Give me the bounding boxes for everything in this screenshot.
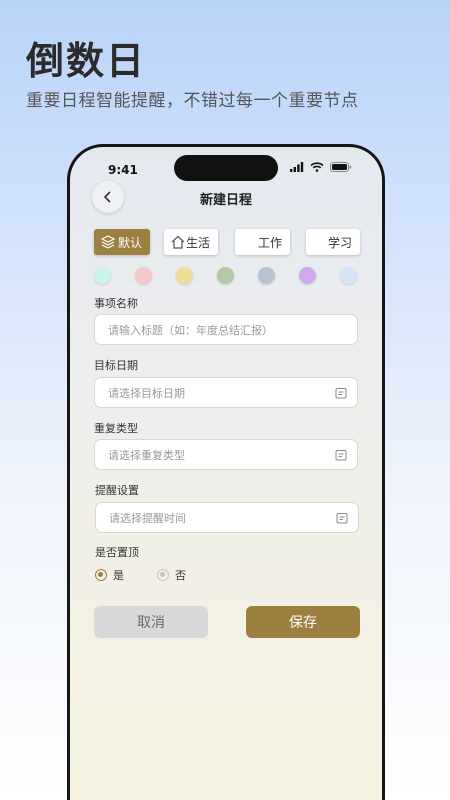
- title-placeholder: 请输入标题（如：年度总结汇报）: [108, 323, 273, 337]
- repeat-label: 重复类型: [94, 422, 138, 435]
- color-swatch-yellow[interactable]: [176, 267, 193, 284]
- color-swatch-green[interactable]: [217, 267, 234, 284]
- color-swatch-pink[interactable]: [135, 267, 152, 284]
- cancel-button[interactable]: 取消: [94, 606, 208, 638]
- date-field[interactable]: 请选择目标日期: [94, 377, 358, 408]
- status-time: 9:41: [108, 163, 138, 177]
- remind-label: 提醒设置: [95, 484, 139, 497]
- layers-icon: [100, 235, 116, 249]
- date-label: 目标日期: [94, 359, 138, 372]
- pin-no-radio[interactable]: 否: [157, 567, 186, 583]
- title-label: 事项名称: [94, 297, 138, 310]
- remind-placeholder: 请选择提醒时间: [109, 511, 186, 525]
- category-label: 工作: [257, 235, 282, 250]
- category-study[interactable]: 学习: [306, 229, 360, 255]
- color-swatch-light-blue[interactable]: [340, 267, 357, 284]
- radio-checked-icon: [95, 569, 107, 581]
- category-label: 默认: [117, 235, 142, 250]
- save-button[interactable]: 保存: [246, 606, 360, 638]
- signal-icon: [290, 162, 304, 172]
- pin-yes-radio[interactable]: 是: [95, 567, 124, 583]
- promo-title: 倒数日: [26, 39, 147, 83]
- page-title: 新建日程: [199, 193, 252, 208]
- remind-field[interactable]: 请选择提醒时间: [95, 502, 359, 533]
- pin-label: 是否置顶: [95, 546, 139, 559]
- calendar-icon: [335, 450, 347, 461]
- wifi-icon: [310, 162, 324, 172]
- date-placeholder: 请选择目标日期: [108, 386, 185, 400]
- battery-icon: [330, 162, 352, 172]
- category-label: 生活: [185, 235, 210, 250]
- calendar-icon: [335, 388, 347, 399]
- dynamic-island: [174, 155, 278, 181]
- color-swatch-gray-blue[interactable]: [258, 267, 275, 284]
- color-swatch-mint[interactable]: [94, 267, 111, 284]
- category-default[interactable]: 默认: [94, 229, 150, 255]
- color-swatch-purple[interactable]: [299, 267, 316, 284]
- status-icons: [290, 162, 352, 172]
- category-label: 学习: [327, 235, 352, 250]
- promo-subtitle: 重要日程智能提醒，不错过每一个重要节点: [26, 91, 359, 111]
- pin-radio-group: 是 否: [95, 567, 235, 583]
- color-picker: [94, 267, 362, 285]
- radio-unchecked-icon: [157, 569, 169, 581]
- calendar-icon: [336, 513, 348, 524]
- category-tabs: 默认 生活 工作 学习: [94, 229, 360, 255]
- radio-label: 是: [113, 569, 124, 582]
- repeat-placeholder: 请选择重复类型: [108, 448, 185, 462]
- radio-label: 否: [175, 569, 186, 582]
- phone-frame: 9:41 新建日程 默认 生活 工作 学习 事项名称 请输入标题（如：年度总结汇…: [67, 144, 385, 800]
- repeat-field[interactable]: 请选择重复类型: [94, 439, 358, 470]
- home-icon: [171, 235, 185, 249]
- category-life[interactable]: 生活: [164, 229, 218, 255]
- title-input[interactable]: 请输入标题（如：年度总结汇报）: [94, 314, 358, 345]
- category-work[interactable]: 工作: [235, 229, 290, 255]
